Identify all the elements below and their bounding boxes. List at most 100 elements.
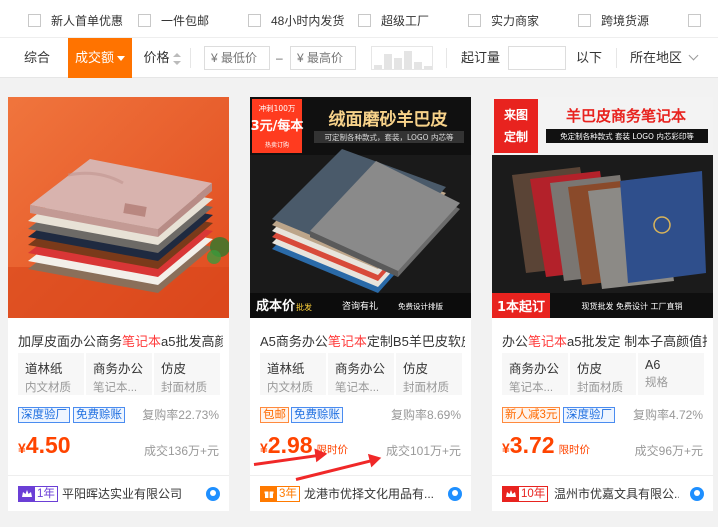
checkbox[interactable]	[358, 13, 371, 27]
filter-48h-shipping[interactable]: 48小时内发货	[248, 12, 344, 28]
repurchase-rate: 复购率4.72%	[632, 408, 703, 422]
filter-cross-border[interactable]: 跨境货源	[578, 12, 649, 28]
product-attribute: 仿皮 封面材质	[154, 353, 220, 395]
price-histogram-bars	[374, 51, 432, 69]
product-attribute: 商务办公 笔记本...	[328, 353, 394, 395]
tag-deep-factory-check: 深度验厂	[18, 407, 70, 423]
histogram-bar	[414, 62, 422, 69]
banner-text: 热卖订购	[265, 141, 289, 149]
filter-bar: 新人首单优惠 一件包邮 48小时内发货 超级工厂 实力商家 跨境货源	[0, 0, 718, 38]
checkbox[interactable]	[28, 13, 41, 27]
product-price: ¥3.72 限时价	[502, 432, 591, 458]
filter-strong-merchant[interactable]: 实力商家	[468, 12, 539, 28]
product-image[interactable]: 来图 定制 羊巴皮商务笔记本 免定制各种款式 套装 LOGO 内芯彩印等 1本起…	[492, 97, 713, 318]
chat-icon[interactable]	[206, 487, 220, 501]
banner-text: 批发	[296, 302, 312, 312]
tag-free-shipping: 包邮	[260, 407, 289, 423]
checkbox[interactable]	[578, 13, 591, 27]
supplier-name[interactable]: 平阳晖达实业有限公司	[62, 486, 202, 502]
supplier-name[interactable]: 龙港市优择文化用品有...	[304, 486, 439, 502]
deal-volume: 成交96万+元	[634, 444, 703, 458]
supplier-row: 10年 温州市优嘉文具有限公...	[492, 475, 713, 511]
banner-text: 咨询有礼	[342, 300, 378, 312]
supplier-years-badge: 1年	[18, 486, 58, 502]
tag-free-credit: 免费赊账	[291, 407, 343, 423]
histogram-bar	[404, 51, 412, 69]
moq-input[interactable]	[508, 46, 566, 70]
chat-icon[interactable]	[690, 487, 704, 501]
crown-icon	[503, 487, 519, 501]
sort-deal-volume-label: 成交额	[74, 50, 114, 65]
product-attribute: A6 规格	[638, 353, 704, 395]
banner-text: 1本起订	[497, 299, 545, 315]
product-attribute: 道林纸 内文材质	[260, 353, 326, 395]
crown-icon	[19, 487, 35, 501]
divider	[446, 48, 447, 68]
gift-icon	[261, 487, 277, 501]
sort-bar: 综合 成交额 价格 – 起订量 以下 所在地区	[0, 38, 718, 78]
histogram-bar	[424, 66, 432, 69]
location-label: 所在地区	[630, 50, 683, 65]
banner-text: 免费设计排版	[398, 301, 443, 311]
filter-super-factory[interactable]: 超级工厂	[358, 12, 429, 28]
supplier-name[interactable]: 温州市优嘉文具有限公...	[554, 486, 679, 502]
deal-volume: 成交101万+元	[385, 444, 461, 458]
sort-comprehensive[interactable]: 综合	[8, 38, 66, 78]
filter-free-shipping[interactable]: 一件包邮	[138, 12, 209, 28]
location-select[interactable]: 所在地区	[630, 38, 710, 78]
product-card[interactable]: 冲刺100万 3元/每本 热卖订购 绒面磨砂羊巴皮 可定制各种款式，套装，LOG…	[250, 97, 471, 511]
tag-deep-factory-check: 深度验厂	[563, 407, 615, 423]
repurchase-rate: 复购率8.69%	[390, 408, 461, 422]
product-attribute: 仿皮 封面材质	[396, 353, 462, 395]
supplier-row: 3年 龙港市优择文化用品有...	[250, 475, 471, 511]
checkbox[interactable]	[468, 13, 481, 27]
histogram-bar	[384, 54, 392, 69]
product-attribute: 商务办公 笔记本...	[86, 353, 152, 395]
banner-text: 现货批发 免费设计 工厂直销	[581, 301, 682, 311]
divider	[616, 48, 617, 68]
banner-text: 来图	[503, 107, 528, 122]
product-card[interactable]: 来图 定制 羊巴皮商务笔记本 免定制各种款式 套装 LOGO 内芯彩印等 1本起…	[492, 97, 713, 511]
product-attribute: 道林纸 内文材质	[18, 353, 84, 395]
max-price-input[interactable]	[290, 46, 356, 70]
banner-text: 冲刺100万	[259, 103, 296, 113]
histogram-bar	[374, 65, 382, 69]
sort-price[interactable]: 价格	[136, 38, 188, 78]
product-image[interactable]	[8, 97, 229, 318]
product-attribute: 仿皮 封面材质	[570, 353, 636, 395]
divider	[190, 48, 191, 68]
checkbox[interactable]	[688, 13, 701, 27]
checkbox[interactable]	[248, 13, 261, 27]
banner-text: 免定制各种款式 套装 LOGO 内芯彩印等	[560, 131, 694, 141]
tag-new-user-discount: 新人减3元	[502, 407, 561, 423]
repurchase-rate: 复购率22.73%	[142, 408, 219, 422]
banner-text: 羊巴皮商务笔记本	[566, 107, 686, 125]
product-card[interactable]: 加厚皮面办公商务笔记本a5批发高颜 道林纸 内文材质 商务办公 笔记本... 仿皮封…	[8, 97, 229, 511]
product-title[interactable]: A5商务办公笔记本定制B5羊巴皮软皮	[260, 331, 465, 350]
product-image[interactable]: 冲刺100万 3元/每本 热卖订购 绒面磨砂羊巴皮 可定制各种款式，套装，LOG…	[250, 97, 471, 318]
moq-suffix: 以下	[576, 50, 603, 65]
filter-new-user-discount[interactable]: 新人首单优惠	[28, 12, 123, 28]
banner-text: 定制	[504, 129, 528, 144]
chat-icon[interactable]	[448, 487, 462, 501]
sort-deal-volume[interactable]: 成交额	[68, 38, 132, 78]
filter-more[interactable]	[688, 12, 711, 28]
supplier-years-badge: 3年	[260, 486, 300, 502]
sort-desc-icon	[117, 56, 125, 62]
product-title[interactable]: 办公笔记本a5批发定 制本子高颜值批	[502, 331, 707, 350]
sort-updown-icon	[172, 52, 181, 65]
sort-price-label: 价格	[143, 50, 170, 65]
banner-text: 绒面磨砂羊巴皮	[329, 109, 448, 130]
banner-text: 3元/每本	[251, 118, 304, 134]
moq-label: 起订量	[461, 50, 501, 65]
tag-free-credit: 免费赊账	[73, 407, 125, 423]
product-title[interactable]: 加厚皮面办公商务笔记本a5批发高颜	[18, 331, 223, 350]
supplier-years-badge: 10年	[502, 486, 549, 502]
min-price-input[interactable]	[204, 46, 270, 70]
supplier-row: 1年 平阳晖达实业有限公司	[8, 475, 229, 511]
product-attribute: 商务办公 笔记本...	[502, 353, 568, 395]
product-price: ¥4.50	[18, 432, 71, 458]
price-histogram[interactable]	[371, 46, 433, 70]
checkbox[interactable]	[138, 13, 151, 27]
deal-volume: 成交136万+元	[143, 444, 219, 458]
